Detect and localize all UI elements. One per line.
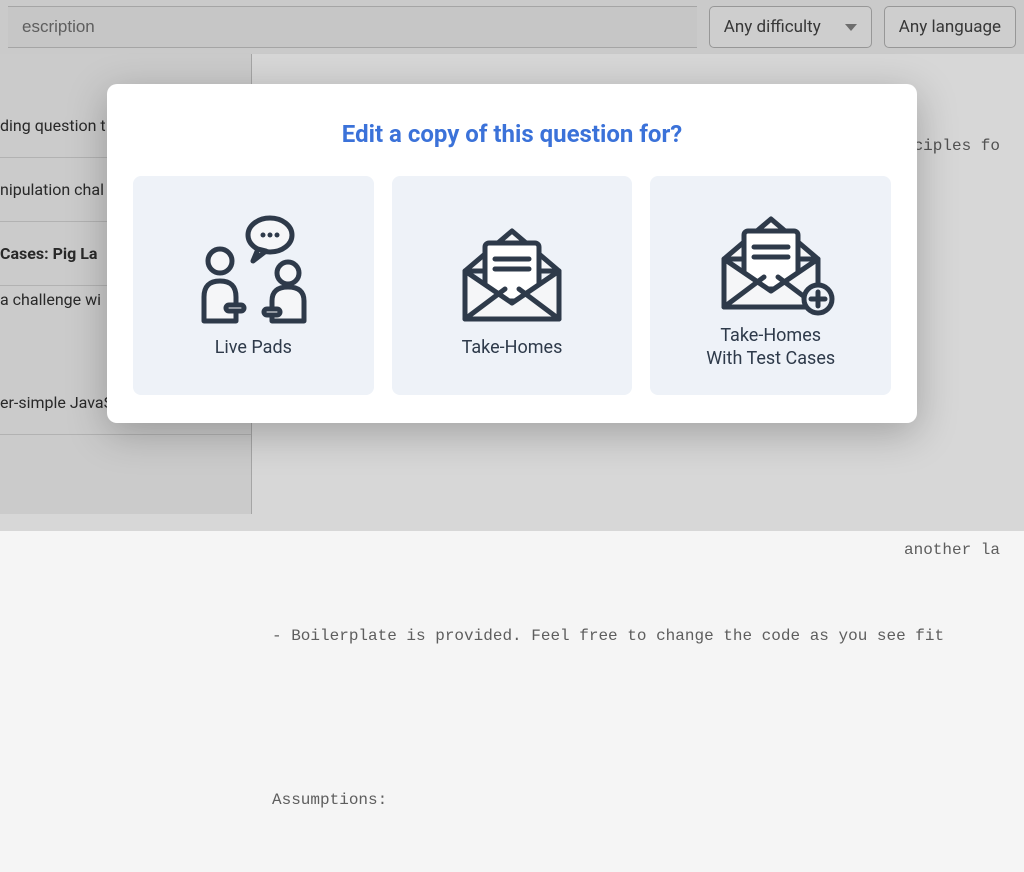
- option-label: Live Pads: [215, 336, 292, 359]
- option-label: Take-Homes: [462, 336, 563, 359]
- modal-options: Live Pads: [125, 176, 899, 395]
- modal-overlay[interactable]: Edit a copy of this question for?: [0, 0, 1024, 531]
- people-chat-icon: [178, 206, 328, 336]
- option-label: Take-Homes With Test Cases: [706, 324, 835, 371]
- text-line: - Boilerplate is provided. Feel free to …: [272, 622, 1004, 651]
- text-line: another la: [272, 536, 1004, 565]
- text-line: Assumptions:: [272, 786, 1004, 815]
- option-take-homes[interactable]: Take-Homes: [392, 176, 633, 395]
- modal-title: Edit a copy of this question for?: [125, 120, 899, 148]
- modal: Edit a copy of this question for?: [107, 84, 917, 423]
- option-live-pads[interactable]: Live Pads: [133, 176, 374, 395]
- envelope-doc-icon: [437, 206, 587, 336]
- option-take-homes-tests[interactable]: Take-Homes With Test Cases: [650, 176, 891, 395]
- envelope-doc-plus-icon: [696, 194, 846, 324]
